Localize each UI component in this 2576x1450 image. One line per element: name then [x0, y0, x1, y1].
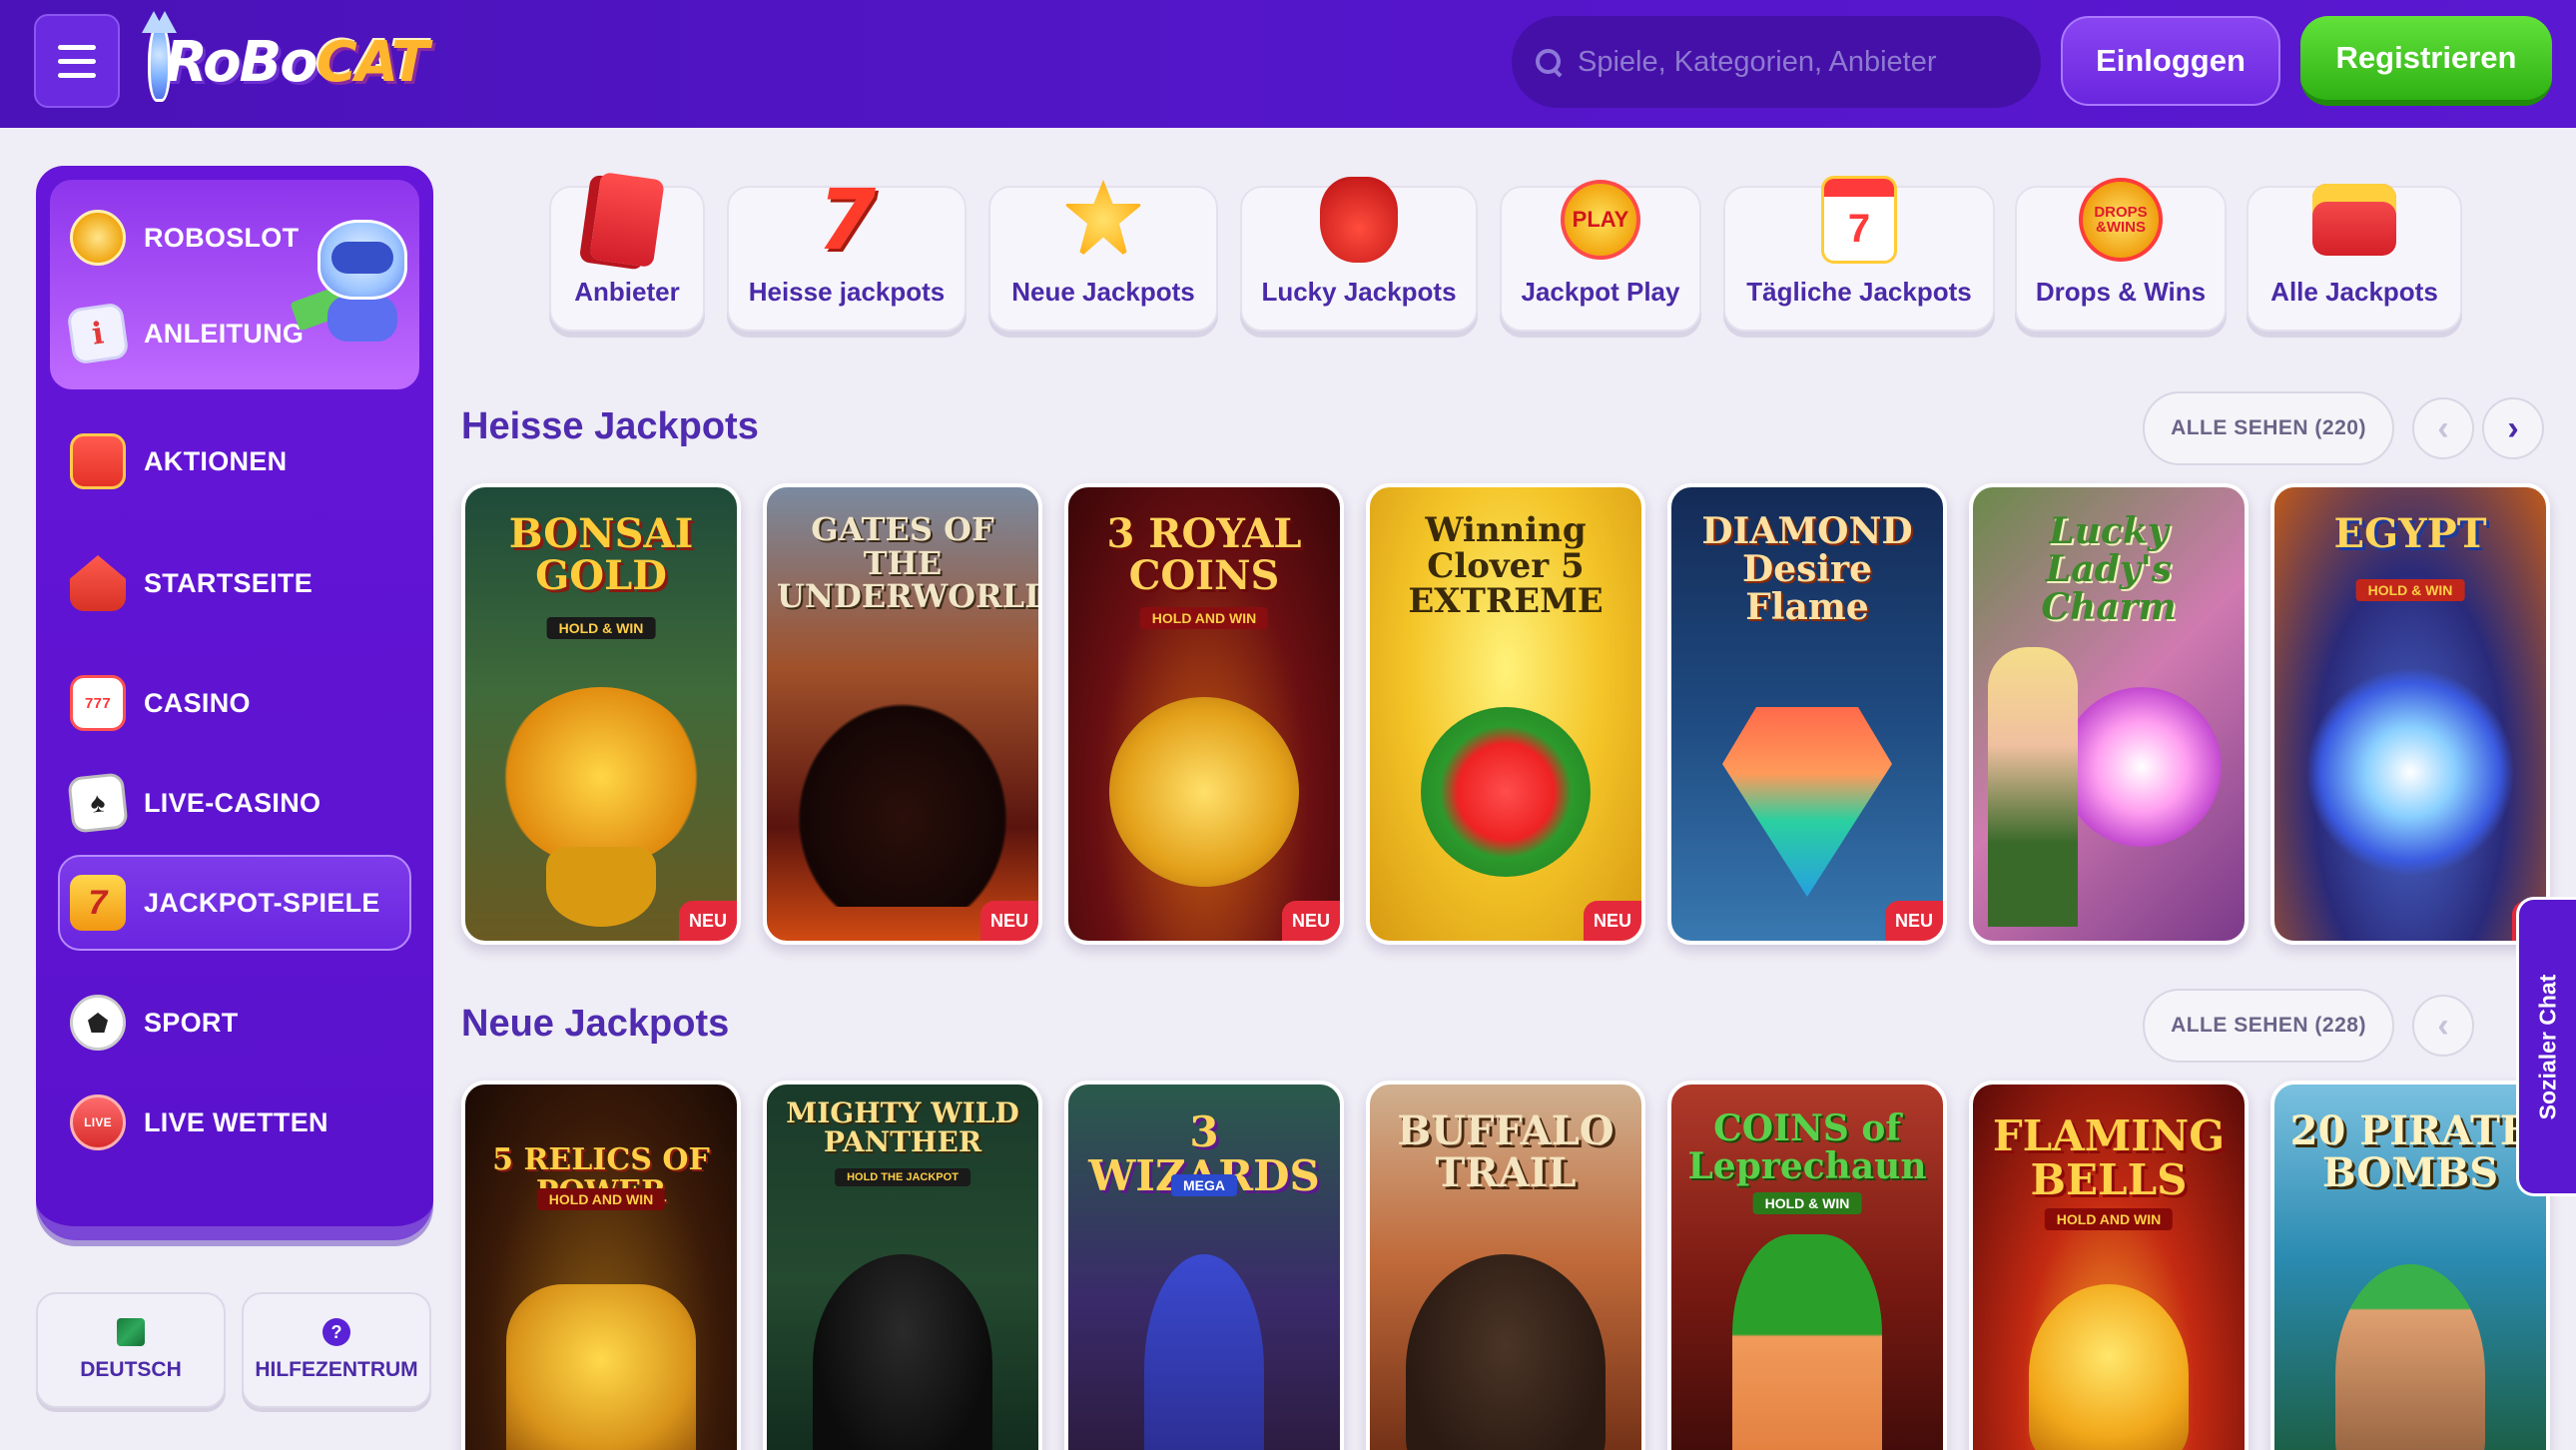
- game-card[interactable]: 5 RELICS OF POWER HOLD AND WIN: [461, 1081, 741, 1450]
- sidebar-item-live-casino[interactable]: LIVE-CASINO: [67, 772, 321, 834]
- treasure-box-icon: [2308, 170, 2400, 270]
- sidebar: ROBOSLOT ANLEITUNG AKTIONEN STARTSEITE C…: [36, 166, 433, 1240]
- top-header: RoBoCAT Einloggen Registrieren: [0, 0, 2576, 128]
- help-icon: ?: [322, 1318, 350, 1346]
- new-prev-button[interactable]: ‹: [2412, 995, 2474, 1057]
- soccer-ball-icon: [70, 995, 126, 1051]
- hot-next-button[interactable]: ›: [2482, 397, 2544, 459]
- cerberus-art: [783, 687, 1022, 907]
- chevron-left-icon: ‹: [2437, 408, 2449, 447]
- see-all-new-button[interactable]: ALLE SEHEN (228): [2143, 989, 2394, 1063]
- pirate-art: [2335, 1264, 2485, 1450]
- new-badge: NEU: [980, 901, 1038, 941]
- robot-mascot-icon: [288, 210, 419, 350]
- energy-orb-art: [2305, 667, 2515, 877]
- clover-icon: [1057, 170, 1149, 270]
- game-card[interactable]: 3 ROYAL COINS HOLD AND WIN NEU: [1064, 483, 1344, 945]
- game-card[interactable]: FLAMING BELLS HOLD AND WIN: [1969, 1081, 2249, 1450]
- search-box[interactable]: [1512, 16, 2041, 108]
- category-alle-jackpots[interactable]: Alle Jackpots: [2247, 184, 2462, 332]
- robocat-logo-icon: [141, 11, 177, 102]
- category-jackpot-play[interactable]: PLAY Jackpot Play: [1500, 180, 1701, 332]
- register-button[interactable]: Registrieren: [2300, 16, 2552, 106]
- hamburger-menu-button[interactable]: [34, 14, 120, 108]
- new-badge: NEU: [1584, 901, 1641, 941]
- language-button[interactable]: DEUTSCH: [36, 1292, 226, 1408]
- login-button[interactable]: Einloggen: [2061, 16, 2280, 106]
- game-card[interactable]: 20 PIRATE BOMBS: [2270, 1081, 2550, 1450]
- game-card[interactable]: Winning Clover 5 EXTREME NEU: [1366, 483, 1645, 945]
- sidebar-item-roboslot[interactable]: ROBOSLOT: [70, 210, 299, 266]
- drops-wins-icon: DROPS &WINS: [2075, 170, 2167, 270]
- slot-machine-icon: [70, 675, 126, 731]
- hot-prev-button[interactable]: ‹: [2412, 397, 2474, 459]
- new-badge: NEU: [1885, 901, 1943, 941]
- social-chat-tab[interactable]: Sozialer Chat: [2516, 897, 2576, 1196]
- chevron-left-icon: ‹: [2437, 1006, 2449, 1045]
- money-bag-icon: [1313, 170, 1405, 270]
- sidebar-item-sport[interactable]: SPORT: [70, 995, 239, 1051]
- golden-bell-art: [2029, 1284, 2189, 1450]
- search-input[interactable]: [1578, 45, 2017, 79]
- coin-icon: [70, 210, 126, 266]
- playing-cards-icon: [67, 772, 129, 834]
- sidebar-item-jackpot-spiele[interactable]: JACKPOT-SPIELE: [70, 875, 380, 931]
- sidebar-item-anleitung[interactable]: ANLEITUNG: [66, 302, 304, 365]
- help-center-button[interactable]: ? HILFEZENTRUM: [242, 1292, 431, 1408]
- live-bet-icon: [70, 1094, 126, 1150]
- flaming-seven-icon: 7: [817, 171, 877, 269]
- game-card[interactable]: DIAMOND Desire Flame NEU: [1667, 483, 1947, 945]
- sidebar-item-live-wetten[interactable]: LIVE WETTEN: [70, 1094, 328, 1150]
- game-card[interactable]: GATES OF THE UNDERWORLD NEU: [763, 483, 1042, 945]
- sidebar-item-casino[interactable]: CASINO: [70, 675, 251, 731]
- game-card[interactable]: COINS of Leprechaun HOLD & WIN: [1667, 1081, 1947, 1450]
- diamond-art: [1722, 707, 1892, 897]
- calendar-seven-icon: 7: [1813, 170, 1905, 270]
- leprechaun-art: [1732, 1234, 1882, 1450]
- category-anbieter[interactable]: Anbieter: [549, 171, 705, 332]
- golden-idol-art: [506, 1284, 696, 1450]
- game-card[interactable]: BONSAI GOLD HOLD & WIN NEU: [461, 483, 741, 945]
- jackpot-seven-icon: [70, 875, 126, 931]
- category-neue-jackpots[interactable]: Neue Jackpots: [988, 180, 1218, 332]
- promo-box[interactable]: ROBOSLOT ANLEITUNG: [50, 180, 419, 389]
- category-taegliche-jackpots[interactable]: 7 Tägliche Jackpots: [1723, 179, 1995, 332]
- social-chat-label: Sozialer Chat: [2534, 974, 2560, 1119]
- wizard-art: [1144, 1254, 1264, 1450]
- category-drops-wins[interactable]: DROPS &WINS Drops & Wins: [2015, 178, 2227, 332]
- game-card[interactable]: BUFFALO TRAIL: [1366, 1081, 1645, 1450]
- section-title-heisse-jackpots: Heisse Jackpots: [461, 405, 759, 447]
- logo[interactable]: RoBoCAT: [141, 11, 429, 108]
- cards-icon: [581, 170, 673, 270]
- buffalo-art: [1406, 1254, 1606, 1450]
- chevron-right-icon: ›: [2507, 408, 2519, 447]
- info-scroll-icon: [66, 302, 130, 365]
- panther-art: [813, 1254, 992, 1450]
- category-lucky-jackpots[interactable]: Lucky Jackpots: [1240, 177, 1478, 332]
- game-card[interactable]: EGYPT HOLD & WIN N: [2270, 483, 2550, 945]
- category-heisse-jackpots[interactable]: 7 Heisse jackpots: [727, 171, 966, 332]
- golden-tree-art: [501, 687, 701, 867]
- lucky-lady-art: [1987, 647, 2078, 927]
- gift-icon: [70, 433, 126, 489]
- search-icon: [1534, 47, 1564, 77]
- new-badge: NEU: [1282, 901, 1340, 941]
- sidebar-item-aktionen[interactable]: AKTIONEN: [70, 433, 287, 489]
- magic-orb-art: [2061, 687, 2222, 847]
- watermelon-art: [1421, 707, 1591, 877]
- see-all-hot-button[interactable]: ALLE SEHEN (220): [2143, 391, 2394, 465]
- section-title-neue-jackpots: Neue Jackpots: [461, 1003, 730, 1045]
- new-badge: NEU: [679, 901, 737, 941]
- gold-coin-art: [1109, 697, 1299, 887]
- play-coin-icon: PLAY: [1555, 170, 1646, 270]
- hamburger-icon: [58, 44, 96, 50]
- home-icon: [70, 555, 126, 611]
- flag-icon: [117, 1318, 145, 1346]
- game-card[interactable]: Lucky Lady's Charm: [1969, 483, 2249, 945]
- game-card[interactable]: MIGHTY WILD PANTHER HOLD THE JACKPOT: [763, 1081, 1042, 1450]
- sidebar-item-startseite[interactable]: STARTSEITE: [70, 555, 313, 611]
- game-card[interactable]: 3 WIZARDS MEGA: [1064, 1081, 1344, 1450]
